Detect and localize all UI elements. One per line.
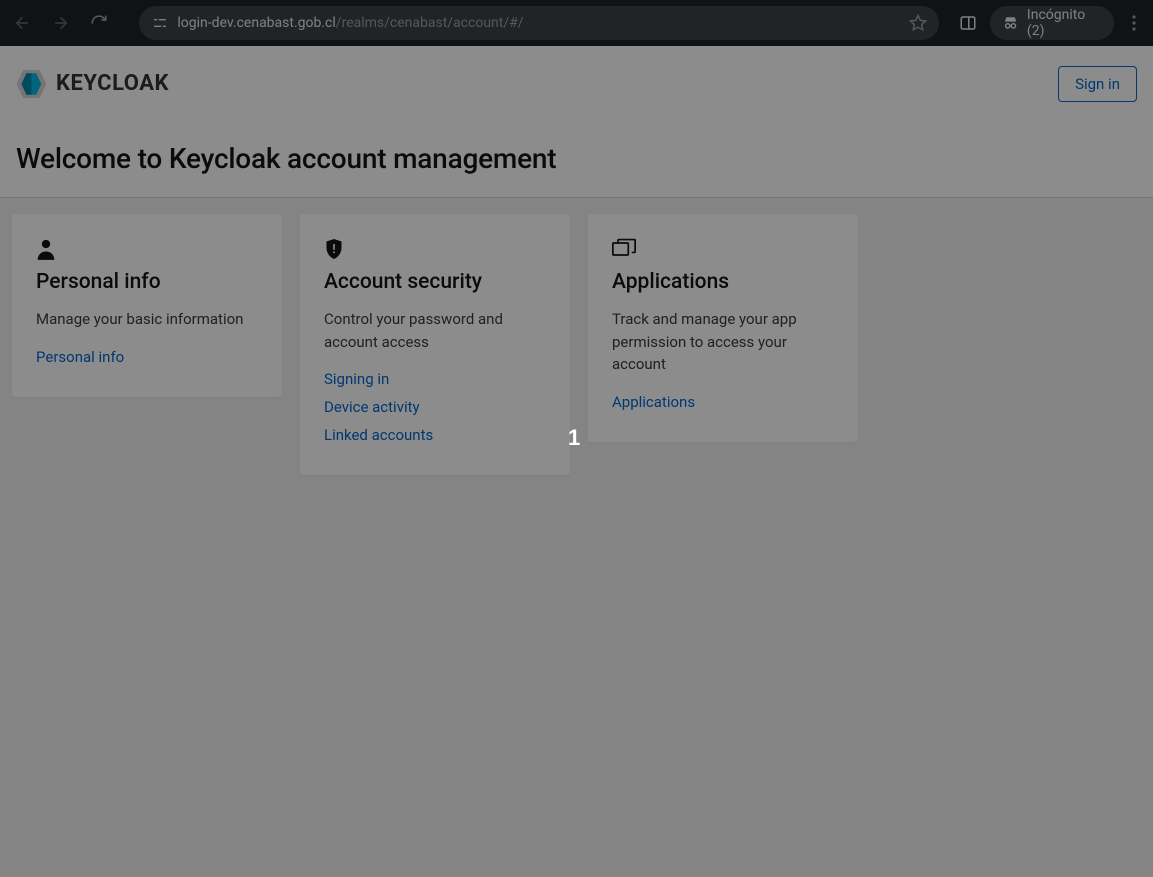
card-title: Personal info [36,270,258,294]
link-personal-info[interactable]: Personal info [36,345,258,369]
card-title: Account security [324,270,546,294]
browser-toolbar: login-dev.cenabast.gob.cl/realms/cenabas… [0,0,1153,46]
incognito-label: Incógnito (2) [1027,7,1102,39]
card-applications: Applications Track and manage your app p… [588,214,858,442]
side-panel-button[interactable] [951,6,983,40]
signin-button[interactable]: Sign in [1058,66,1137,102]
url-host: login-dev.cenabast.gob.cl/realms/cenabas… [177,15,523,31]
card-title: Applications [612,270,834,294]
welcome-banner: Welcome to Keycloak account management [0,122,1153,198]
back-button[interactable] [6,6,38,40]
link-linked-accounts[interactable]: Linked accounts [324,423,546,447]
shield-icon [324,238,546,260]
brand-name: KEYCLOAK [56,71,169,96]
kebab-icon [1132,15,1136,31]
link-signing-in[interactable]: Signing in [324,367,546,391]
link-device-activity[interactable]: Device activity [324,395,546,419]
forward-button[interactable] [44,6,76,40]
card-desc: Track and manage your app permission to … [612,308,834,376]
signin-label: Sign in [1075,75,1120,93]
bookmark-star-icon[interactable] [909,14,927,32]
keycloak-header: KEYCLOAK Sign in [0,46,1153,122]
card-personal-info: Personal info Manage your basic informat… [12,214,282,397]
windows-icon [612,238,834,260]
chrome-menu-button[interactable] [1120,6,1147,40]
incognito-icon [1002,14,1019,32]
incognito-indicator[interactable]: Incógnito (2) [990,6,1114,40]
page-content: KEYCLOAK Sign in Welcome to Keycloak acc… [0,46,1153,877]
card-desc: Control your password and account access [324,308,546,353]
panel-icon [959,14,977,32]
annotation-marker: 1 [568,425,580,451]
keycloak-logo: KEYCLOAK [16,70,169,98]
address-bar[interactable]: login-dev.cenabast.gob.cl/realms/cenabas… [139,6,939,40]
card-account-security: Account security Control your password a… [300,214,570,475]
user-icon [36,238,258,260]
keycloak-logo-icon [16,70,50,98]
arrow-left-icon [13,14,31,32]
reload-icon [90,14,108,32]
site-controls-icon[interactable] [151,14,169,32]
link-applications[interactable]: Applications [612,390,834,414]
page-title: Welcome to Keycloak account management [16,142,1137,175]
card-desc: Manage your basic information [36,308,258,331]
arrow-right-icon [52,14,70,32]
reload-button[interactable] [83,6,115,40]
